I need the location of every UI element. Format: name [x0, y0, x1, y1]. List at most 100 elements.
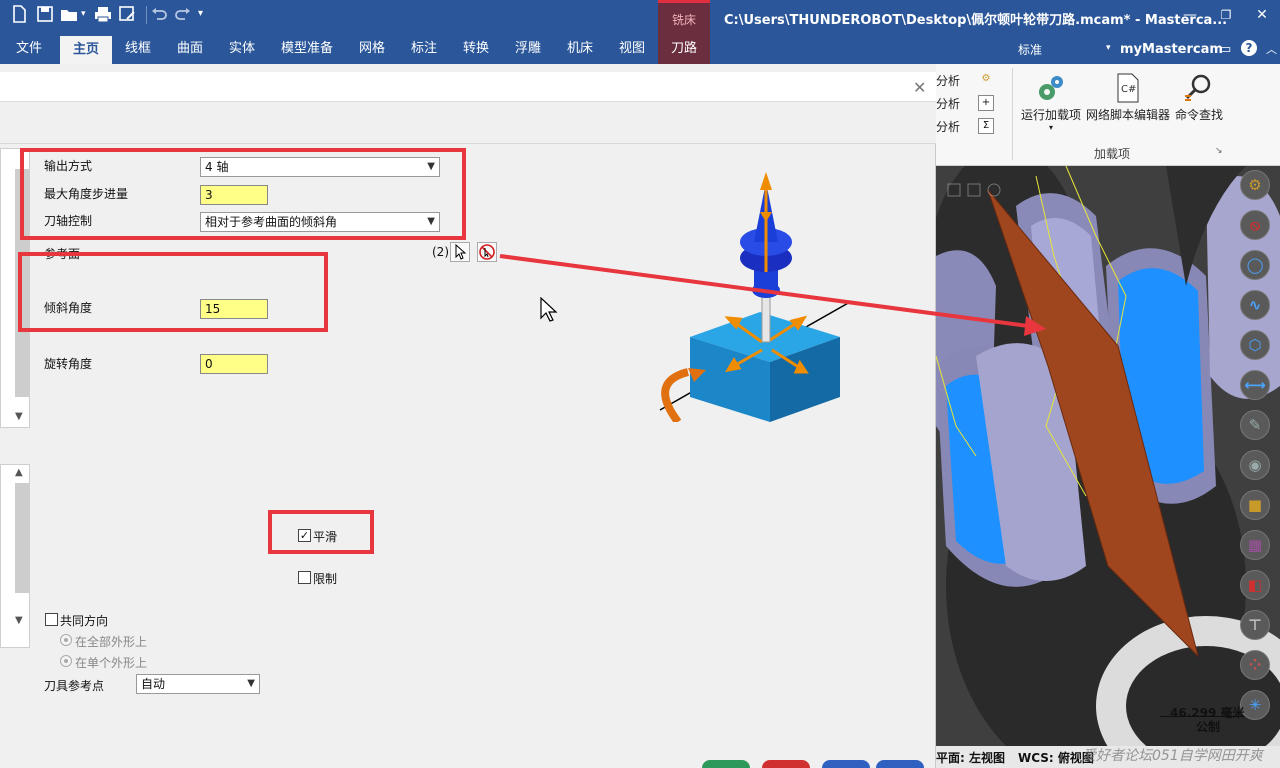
chevron-down-icon[interactable]: ▾	[1020, 123, 1082, 132]
run-addin-label: 运行加载项	[1020, 108, 1081, 122]
tab-toolpaths[interactable]: 刀路	[658, 34, 710, 64]
camera-icon[interactable]: ◉	[1240, 450, 1270, 480]
collapse-ribbon-icon[interactable]: ︿	[1266, 41, 1277, 57]
save-icon[interactable]	[36, 5, 56, 25]
new-file-icon[interactable]	[10, 5, 30, 25]
apply-button[interactable]	[822, 760, 870, 768]
analyze-icon[interactable]: ⚙	[978, 72, 994, 88]
tab-file[interactable]: 文件	[6, 34, 52, 64]
mouse-cursor-icon	[540, 297, 558, 322]
radio-single-contour-label: 在单个外形上	[75, 656, 148, 670]
save-as-icon[interactable]	[118, 5, 138, 25]
analysis-item-3[interactable]: 分析	[936, 118, 960, 135]
chevron-down-icon[interactable]: ▾	[1106, 43, 1111, 53]
tool-ref-point-select[interactable]: 自动 ▼	[136, 674, 260, 694]
view-cube-icons[interactable]	[946, 174, 1006, 204]
tab-relief[interactable]: 浮雕	[506, 34, 550, 64]
tab-model-prep[interactable]: 模型准备	[274, 34, 340, 64]
chevron-down-icon: ▼	[247, 678, 255, 689]
restore-icon[interactable]: ❐	[1214, 5, 1238, 25]
tool-ref-point-label: 刀具参考点	[44, 679, 105, 693]
tree-panel-lower[interactable]: ▲ ▼	[0, 464, 30, 648]
run-addin-button[interactable]: 运行加载项 ▾	[1020, 72, 1082, 132]
tab-surfaces[interactable]: 曲面	[168, 34, 212, 64]
dialog-toolbar	[0, 102, 936, 144]
radio-single-contour[interactable]	[60, 655, 72, 667]
addins-group-label: 加载项	[1094, 147, 1131, 161]
rotation-angle-input[interactable]: 0	[200, 354, 268, 374]
color-icon[interactable]: ▦	[1240, 530, 1270, 560]
magnifier-icon	[1183, 72, 1215, 104]
highlight-box-tilt-angle	[18, 252, 328, 332]
tab-mesh[interactable]: 网格	[350, 34, 394, 64]
cube-icon[interactable]: ⬡	[1240, 330, 1270, 360]
tab-solids[interactable]: 实体	[220, 34, 264, 64]
tab-annotate[interactable]: 标注	[402, 34, 446, 64]
settings-icon[interactable]: ⚙	[1240, 170, 1270, 200]
highlight-box-axis-settings	[20, 148, 466, 240]
context-tab-milling[interactable]: 铣床	[658, 0, 710, 34]
common-direction-label: 共同方向	[60, 614, 109, 628]
redo-icon[interactable]	[174, 5, 194, 25]
tab-wireframe[interactable]: 线框	[116, 34, 160, 64]
tab-home[interactable]: 主页	[60, 36, 112, 64]
select-pointer-icon[interactable]	[450, 242, 470, 262]
open-icon[interactable]	[60, 5, 80, 25]
undo-icon[interactable]	[150, 5, 170, 25]
cancel-button[interactable]	[762, 760, 810, 768]
customize-icon[interactable]: ▾	[198, 8, 218, 28]
analysis-item-2[interactable]: 分析	[936, 95, 960, 112]
scroll-up-icon[interactable]: ▲	[15, 467, 23, 478]
status-plane[interactable]: 平面: 左视图	[936, 749, 1005, 766]
scale-unit: 公制	[1196, 720, 1221, 734]
tab-view[interactable]: 视图	[610, 34, 654, 64]
dialog-header: ✕	[0, 72, 936, 102]
scroll-down-icon[interactable]: ▼	[15, 615, 23, 626]
analysis-item-1[interactable]: 分析	[936, 72, 960, 89]
chevron-down-icon[interactable]: ▾	[81, 9, 89, 29]
ribbon-tabs: 文件 主页 线框 曲面 实体 模型准备 网格 标注 转换 浮雕 机床 视图 刀路…	[0, 34, 1280, 64]
command-finder-label: 命令查找	[1174, 108, 1223, 122]
curve-icon[interactable]: ∿	[1240, 290, 1270, 320]
no-entry-icon[interactable]: ⦸	[1240, 210, 1270, 240]
ruler-icon[interactable]: ✎	[1240, 410, 1270, 440]
toolpath-parameters-dialog: ✕ ▼ ▲ ▼ 输出方式 4 轴 ▼ 最大角度步进量 3 刀轴控制 相对于参考曲…	[0, 72, 936, 768]
close-icon[interactable]: ✕	[913, 78, 926, 97]
help-button[interactable]	[876, 760, 924, 768]
group-separator	[1012, 68, 1013, 160]
print-icon[interactable]	[94, 5, 114, 25]
common-direction-checkbox[interactable]	[45, 613, 58, 626]
minimize-icon[interactable]: —	[1178, 5, 1202, 25]
ok-button[interactable]	[702, 760, 750, 768]
limit-label: 限制	[313, 572, 338, 586]
sigma-icon[interactable]: Σ	[978, 118, 994, 134]
close-icon[interactable]: ✕	[1250, 5, 1274, 25]
net-script-editor-button[interactable]: C# 网络脚本编辑器	[1084, 72, 1172, 123]
window-title: C:\Users\THUNDEROBOT\Desktop\佩尔顿叶轮带刀路.mc…	[724, 13, 1228, 28]
circle-icon[interactable]: ◯	[1240, 250, 1270, 280]
dialog-launcher-icon[interactable]: ↘	[1215, 146, 1223, 156]
svg-text:C#: C#	[1121, 84, 1136, 95]
command-finder-button[interactable]: 命令查找	[1172, 72, 1226, 123]
material-icon[interactable]: ◧	[1240, 570, 1270, 600]
gears-icon	[1035, 72, 1067, 104]
grid-icon[interactable]: ⁘	[1240, 650, 1270, 680]
dimension-icon[interactable]: ⟷	[1240, 370, 1270, 400]
tab-transform[interactable]: 转换	[454, 34, 498, 64]
tab-machine[interactable]: 机床	[558, 34, 602, 64]
my-mastercam-link[interactable]: myMastercam	[1120, 42, 1223, 57]
scroll-down-icon[interactable]: ▼	[15, 411, 23, 422]
graphics-viewport[interactable]: ⚙ ⦸ ◯ ∿ ⬡ ⟷ ✎ ◉ ■ ▦ ◧ ⊤ ⁘ ✳	[936, 166, 1280, 746]
highlight-box-smooth	[268, 510, 374, 554]
comment-icon[interactable]: ▭	[1219, 42, 1231, 57]
limit-checkbox[interactable]	[298, 571, 311, 584]
layers-icon[interactable]: ⊤	[1240, 610, 1270, 640]
rotation-angle-label: 旋转角度	[44, 357, 93, 371]
clear-selection-icon[interactable]	[477, 242, 497, 262]
solid-icon[interactable]: ■	[1240, 490, 1270, 520]
grid-plus-icon[interactable]: +	[978, 95, 994, 111]
standard-label[interactable]: 标准	[1018, 41, 1042, 58]
radio-all-contours[interactable]	[60, 634, 72, 646]
help-icon[interactable]: ?	[1241, 40, 1257, 56]
scrollbar-thumb[interactable]	[15, 483, 29, 593]
